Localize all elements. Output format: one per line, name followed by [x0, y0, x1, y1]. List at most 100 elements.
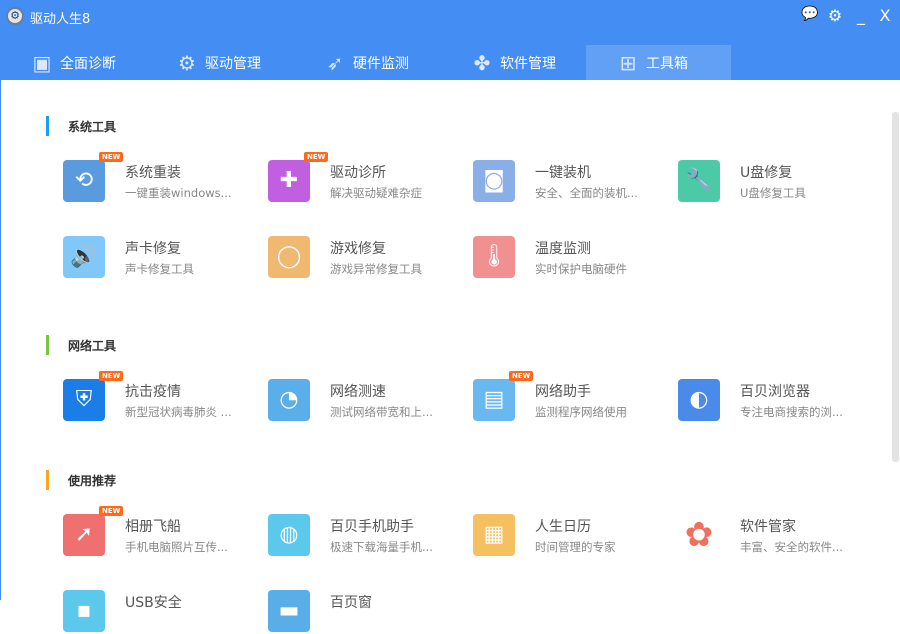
toolbox-content: 系统工具 ⟲ NEW 系统重装 一键重装windows... ✚ NEW 驱动诊所 解决驱动疑难…: [0, 80, 900, 632]
section-header: 系统工具: [46, 116, 116, 136]
shield-icon: ⛨: [63, 379, 105, 421]
tool-description: 解决驱动疑难杂症: [330, 186, 422, 200]
title-bar: ⚙ 驱动人生8 💬 ⚙ _ X ▣ 全面诊断 ⚙ 驱动管理 ➶ 硬件监测 ✤ 软件管理 ⊞ 工具箱: [0, 0, 900, 80]
section-header: 使用推荐: [46, 470, 116, 490]
tool-item[interactable]: ▤ NEW 网络助手监测程序网络使用: [473, 371, 673, 423]
tab-label: 工具箱: [646, 55, 688, 72]
tool-name: 百贝手机助手: [330, 519, 414, 535]
tool-item[interactable]: 🔧 U盘修复 U盘修复工具: [678, 160, 878, 204]
gear-icon: ⚙: [178, 50, 196, 75]
tool-item[interactable]: ➚ NEW 相册飞船手机电脑照片互传...: [63, 506, 263, 558]
tool-description: 新型冠状病毒肺炎 ...: [125, 405, 232, 419]
new-badge: NEW: [99, 371, 124, 381]
usb-repair-icon: 🔧: [678, 160, 720, 202]
tool-description: 声卡修复工具: [125, 262, 194, 276]
tool-item[interactable]: ▬ 百页窗: [268, 590, 468, 634]
tool-description: 极速下载海量手机...: [330, 540, 433, 554]
tool-description: U盘修复工具: [740, 186, 806, 200]
app-title: 驱动人生8: [30, 12, 91, 27]
tool-description: 一键重装windows...: [125, 186, 232, 200]
phone-assistant-icon: ◍: [268, 514, 310, 556]
tool-description: 监测程序网络使用: [535, 405, 627, 419]
tool-description: 安全、全面的装机...: [535, 186, 638, 200]
tool-item[interactable]: ◔ 网络测速测试网络带宽和上...: [268, 379, 468, 423]
scrollbar[interactable]: [892, 112, 899, 462]
tool-name: 游戏修复: [330, 241, 386, 257]
tab-rocket[interactable]: ➶ 硬件监测: [293, 45, 438, 80]
tool-item[interactable]: ◯ 游戏修复游戏异常修复工具: [268, 236, 468, 280]
tab-label: 软件管理: [500, 55, 556, 72]
tab-label: 驱动管理: [205, 55, 261, 72]
doctor-icon: ✚: [268, 160, 310, 202]
tab-label: 全面诊断: [60, 55, 116, 72]
reinstall-icon: ⟲: [63, 160, 105, 202]
tool-name: 相册飞船: [125, 519, 181, 535]
tool-name: 系统重装: [125, 165, 181, 181]
speedometer-icon: ◔: [268, 379, 310, 421]
tool-name: 网络测速: [330, 384, 386, 400]
tool-item[interactable]: ◍ 百贝手机助手极速下载海量手机...: [268, 514, 468, 558]
tool-name: 一键装机: [535, 165, 591, 181]
tool-name: 抗击疫情: [125, 384, 181, 400]
flower-icon: ✤: [473, 50, 491, 75]
app-logo-icon: ⚙: [6, 7, 24, 25]
tool-item[interactable]: ⟲ NEW 系统重装一键重装windows...: [63, 152, 263, 204]
tool-name: 软件管家: [740, 519, 796, 535]
tool-name: 温度监测: [535, 241, 591, 257]
usb-security-icon: ▪: [63, 590, 105, 632]
browser-icon: ◐: [678, 379, 720, 421]
new-badge: NEW: [99, 506, 124, 516]
tab-gear[interactable]: ⚙ 驱动管理: [145, 45, 290, 80]
tool-description: 丰富、安全的软件...: [740, 540, 843, 554]
section-title: 系统工具: [68, 119, 117, 134]
tool-item[interactable]: ✿ 软件管家丰富、安全的软件...: [678, 514, 878, 558]
software-manager-icon: ✿: [678, 514, 720, 556]
rocket-icon: ➶: [326, 50, 344, 75]
tool-description: 实时保护电脑硬件: [535, 262, 627, 276]
tool-description: 手机电脑照片互传...: [125, 540, 228, 554]
section-color-bar: [46, 335, 49, 355]
tool-name: 人生日历: [535, 519, 591, 535]
tool-name: 网络助手: [535, 384, 591, 400]
new-badge: NEW: [99, 152, 124, 162]
computer-disc-icon: ◙: [473, 160, 515, 202]
tool-name: U盘修复: [740, 165, 793, 181]
tool-item[interactable]: ◙ 一键装机安全、全面的装机...: [473, 160, 673, 204]
section-header: 网络工具: [46, 335, 116, 355]
section-title: 网络工具: [68, 338, 117, 353]
tool-item[interactable]: ◐ 百贝浏览器 专注电商搜索的浏...: [678, 379, 878, 423]
tab-monitor-pulse[interactable]: ▣ 全面诊断: [0, 45, 145, 80]
tool-description: 时间管理的专家: [535, 540, 616, 554]
tool-name: 声卡修复: [125, 241, 181, 257]
tool-item[interactable]: ▦ 人生日历时间管理的专家: [473, 514, 673, 558]
feedback-icon[interactable]: 💬: [800, 6, 820, 22]
game-ring-icon: ◯: [268, 236, 310, 278]
tool-name: 驱动诊所: [330, 165, 386, 181]
tool-description: 测试网络带宽和上...: [330, 405, 433, 419]
new-badge: NEW: [509, 371, 534, 381]
tool-name: USB安全: [125, 595, 182, 611]
tool-description: 游戏异常修复工具: [330, 262, 422, 276]
tab-toolbox[interactable]: ⊞ 工具箱: [586, 45, 731, 80]
monitor-pulse-icon: ▣: [32, 50, 52, 75]
tool-item[interactable]: 🔊 声卡修复声卡修复工具: [63, 236, 263, 280]
tool-item[interactable]: ✚ NEW 驱动诊所解决驱动疑难杂症: [268, 152, 468, 204]
tool-item[interactable]: 🌡 温度监测 实时保护电脑硬件: [473, 236, 673, 280]
section-color-bar: [46, 470, 49, 490]
folder-icon: ▬: [268, 590, 310, 632]
tool-item[interactable]: ▪ USB安全: [63, 590, 263, 634]
tab-label: 硬件监测: [353, 55, 409, 72]
network-monitor-icon: ▤: [473, 379, 515, 421]
calendar-icon: ▦: [473, 514, 515, 556]
minimize-button[interactable]: _: [851, 6, 871, 25]
close-button[interactable]: X: [875, 6, 895, 25]
photo-ship-icon: ➚: [63, 514, 105, 556]
tab-flower[interactable]: ✤ 软件管理: [440, 45, 585, 80]
tool-item[interactable]: ⛨ NEW 抗击疫情新型冠状病毒肺炎 ...: [63, 371, 263, 423]
new-badge: NEW: [304, 152, 329, 162]
section-color-bar: [46, 116, 49, 136]
gear-icon[interactable]: ⚙: [825, 6, 845, 25]
toolbox-icon: ⊞: [619, 50, 637, 75]
section-title: 使用推荐: [68, 473, 117, 488]
speaker-icon: 🔊: [63, 236, 105, 278]
